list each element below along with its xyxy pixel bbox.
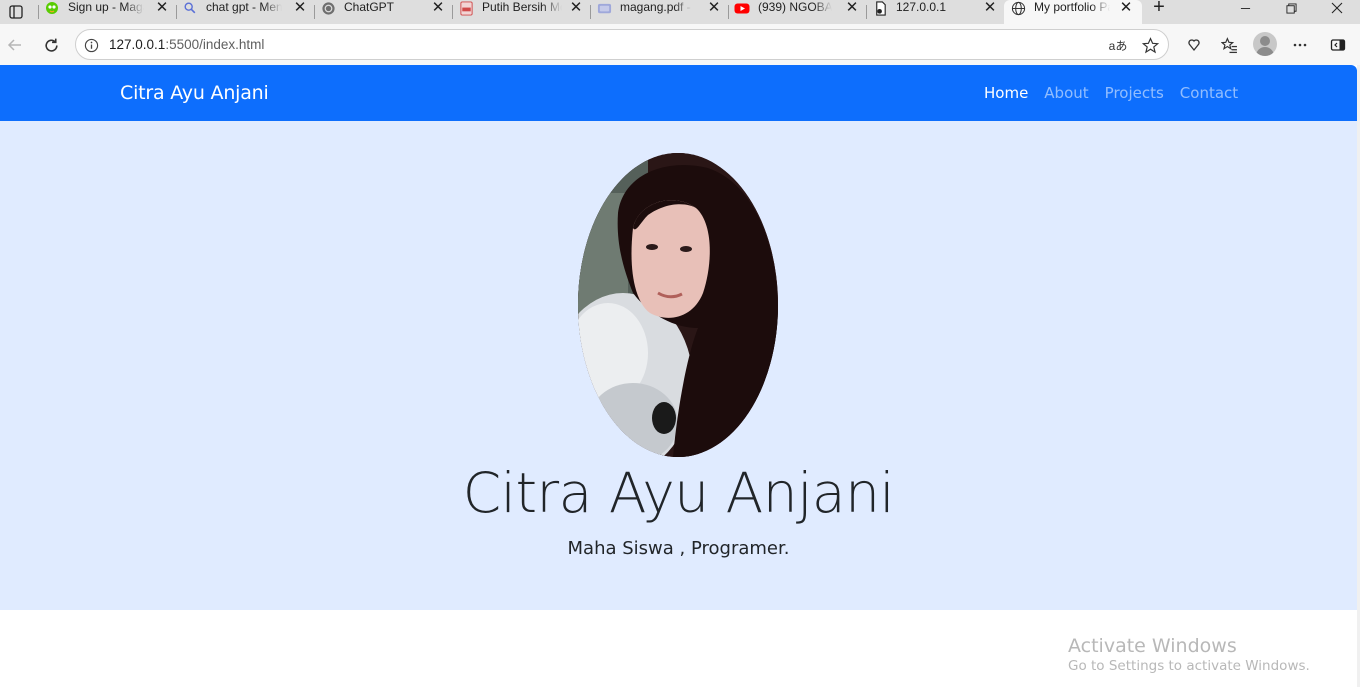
url-path: :5500/index.html	[165, 37, 265, 52]
avatar-body	[1256, 47, 1274, 56]
read-aloud-icon[interactable]: aあ	[1107, 35, 1129, 55]
close-window-icon[interactable]	[1314, 0, 1360, 16]
tab-my-portfolio[interactable]: My portfolio Page ✕	[1004, 0, 1142, 24]
nav-link-contact[interactable]: Contact	[1172, 82, 1246, 104]
watermark-subtitle: Go to Settings to activate Windows.	[1068, 658, 1310, 674]
duolingo-favicon-icon	[44, 0, 60, 16]
profile-avatar-icon[interactable]	[1253, 32, 1277, 56]
back-arrow-icon[interactable]	[2, 32, 28, 58]
avatar-head	[1260, 36, 1270, 46]
pdf-favicon-icon	[458, 0, 474, 16]
browser-essentials-icon[interactable]	[1181, 32, 1207, 58]
document-favicon-icon	[872, 0, 888, 16]
close-tab-icon[interactable]: ✕	[1119, 0, 1133, 16]
hero-subtitle: Maha Siswa , Programer.	[567, 538, 790, 559]
profile-photo	[578, 153, 778, 457]
tab-separator	[314, 5, 315, 19]
tab-separator	[866, 5, 867, 19]
tab-title: Sign up - Magang	[68, 0, 144, 14]
tab-title: chat gpt - Mencari	[206, 0, 282, 14]
url-text[interactable]: 127.0.0.1:5500/index.html	[109, 37, 264, 53]
tab-title: magang.pdf - Google	[620, 0, 692, 14]
url-host: 127.0.0.1	[109, 37, 166, 52]
tab-title: 127.0.0.1	[896, 0, 947, 14]
nav-links: Home About Projects Contact	[976, 82, 1246, 104]
nav-link-about[interactable]: About	[1036, 82, 1096, 104]
minimize-window-icon[interactable]	[1222, 0, 1268, 16]
windows-activation-watermark: Activate Windows Go to Settings to activ…	[1068, 634, 1310, 675]
tab-separator	[38, 5, 39, 19]
tab-separator	[452, 5, 453, 19]
close-tab-icon[interactable]: ✕	[707, 0, 721, 16]
close-tab-icon[interactable]: ✕	[569, 0, 583, 16]
tab-putih-bersih[interactable]: Putih Bersih Modern ✕	[452, 0, 590, 24]
new-tab-button[interactable]: +	[1147, 0, 1171, 17]
drive-favicon-icon	[596, 0, 612, 16]
tab-separator	[728, 5, 729, 19]
tab-title: My portfolio Page	[1034, 0, 1110, 14]
restore-window-icon[interactable]	[1268, 0, 1314, 16]
web-page: Citra Ayu Anjani Home About Projects Con…	[0, 65, 1357, 687]
nav-link-projects[interactable]: Projects	[1097, 82, 1172, 104]
favorites-icon[interactable]	[1216, 32, 1242, 58]
watermark-title: Activate Windows	[1068, 635, 1237, 657]
tab-magang-pdf[interactable]: magang.pdf - Google ✕	[590, 0, 728, 24]
chatgpt-favicon-icon	[320, 0, 336, 16]
navbar-brand[interactable]: Citra Ayu Anjani	[120, 82, 269, 104]
tab-separator	[176, 5, 177, 19]
tab-title: ChatGPT	[344, 0, 395, 14]
tab-title: Putih Bersih Modern	[482, 0, 562, 14]
site-info-icon[interactable]	[83, 37, 99, 53]
hero-section: Citra Ayu Anjani Maha Siswa , Programer.	[0, 121, 1357, 610]
tab-youtube[interactable]: (939) NGOBAR ✕	[728, 0, 866, 24]
refresh-icon[interactable]	[38, 32, 64, 58]
close-tab-icon[interactable]: ✕	[431, 0, 445, 16]
favorite-star-icon[interactable]	[1139, 35, 1161, 55]
close-tab-icon[interactable]: ✕	[293, 0, 307, 16]
sidebar-toggle-icon[interactable]	[1325, 32, 1351, 58]
close-tab-icon[interactable]: ✕	[845, 0, 859, 16]
tab-chatgpt[interactable]: ChatGPT ✕	[314, 0, 452, 24]
tab-chat-gpt-search[interactable]: chat gpt - Mencari ✕	[176, 0, 314, 24]
globe-favicon-icon	[1010, 0, 1026, 16]
search-favicon-icon	[182, 0, 198, 16]
close-tab-icon[interactable]: ✕	[983, 0, 997, 16]
close-tab-icon[interactable]: ✕	[155, 0, 169, 16]
address-bar[interactable]: 127.0.0.1:5500/index.html aあ	[75, 29, 1169, 60]
youtube-favicon-icon	[734, 0, 750, 16]
nav-link-home[interactable]: Home	[976, 82, 1036, 104]
tab-title: (939) NGOBAR	[758, 0, 832, 14]
tab-actions-icon[interactable]	[0, 0, 32, 24]
tab-localhost[interactable]: 127.0.0.1 ✕	[866, 0, 1004, 24]
tab-strip: Sign up - Magang ✕ chat gpt - Mencari ✕ …	[0, 0, 1360, 24]
browser-toolbar: 127.0.0.1:5500/index.html aあ	[0, 24, 1360, 65]
tab-sign-up[interactable]: Sign up - Magang ✕	[38, 0, 176, 24]
hero-name: Citra Ayu Anjani	[462, 461, 895, 525]
tab-separator	[590, 5, 591, 19]
site-navbar: Citra Ayu Anjani Home About Projects Con…	[0, 65, 1357, 121]
more-options-icon[interactable]	[1287, 32, 1313, 58]
